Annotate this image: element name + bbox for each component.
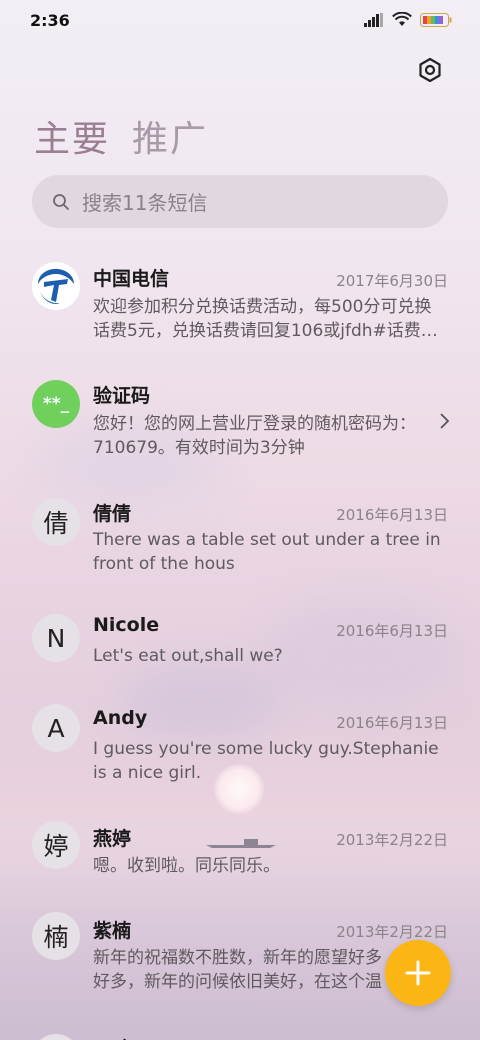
contact-avatar (32, 1034, 80, 1040)
conversation-item[interactable]: N Nicole 2016年6月13日 Let's eat out,shall … (0, 602, 480, 692)
conversation-date: 2013年2月22日 (336, 923, 448, 941)
search-input[interactable]: 搜索11条短信 (32, 175, 448, 228)
conversation-item[interactable]: 倩 倩倩 2016年6月13日 There was a table set ou… (0, 486, 480, 596)
status-bar: 2:36 (0, 0, 480, 40)
conversation-name: 倩倩 (93, 503, 132, 525)
conversation-name: 紫楠 (93, 920, 132, 942)
contact-avatar: A (32, 704, 80, 752)
conversation-preview: 嗯。收到啦。同乐同乐。 (93, 856, 280, 876)
conversation-date: 2016年6月13日 (336, 622, 448, 640)
search-placeholder: 搜索11条短信 (82, 191, 208, 215)
conversation-item[interactable]: **_ 验证码 您好！您的网上营业厅登录的随机密码为：710679。有效时间为3… (0, 368, 480, 478)
contact-avatar: 倩 (32, 498, 80, 546)
conversation-date: 2013年2月22日 (336, 831, 448, 849)
conversation-item[interactable]: 婷 燕婷 2013年2月22日 嗯。收到啦。同乐同乐。 (0, 818, 480, 908)
conversation-date: 2017年6月30日 (336, 272, 448, 290)
conversation-preview: I guess you're some lucky guy.Stephanie … (93, 739, 439, 783)
telecom-logo-icon (32, 262, 80, 310)
conversation-item[interactable]: 子玲 (0, 1024, 480, 1040)
conversation-name: Nicole (93, 614, 160, 636)
status-time: 2:36 (30, 11, 70, 30)
battery-icon (420, 12, 452, 27)
contact-avatar: 楠 (32, 912, 80, 960)
conversation-item[interactable]: 中国电信 2017年6月30日 欢迎参加积分兑换话费活动，每500分可兑换话费5… (0, 250, 480, 360)
conversation-name: 验证码 (93, 385, 151, 407)
conversation-item[interactable]: A Andy 2016年6月13日 I guess you're some lu… (0, 696, 480, 806)
conversation-preview: There was a table set out under a tree i… (93, 530, 441, 574)
contact-avatar: N (32, 614, 80, 662)
status-icons (364, 12, 452, 27)
tab-main[interactable]: 主要 (34, 110, 110, 162)
conversation-preview: 欢迎参加积分兑换话费活动，每500分可兑换话费5元，兑换话费请回复106或jfd… (93, 297, 438, 341)
conversation-preview: Let's eat out,shall we? (93, 646, 283, 666)
conversation-date: 2016年6月13日 (336, 506, 448, 524)
settings-icon (419, 57, 441, 83)
signal-icon (364, 12, 383, 27)
contact-avatar: 婷 (32, 821, 80, 869)
conversation-name: 燕婷 (93, 828, 132, 850)
conversation-date: 2016年6月13日 (336, 714, 448, 732)
conversation-preview: 新年的祝福数不胜数，新年的愿望好多好多，新年的问候依旧美好，在这个温馨的时 (93, 948, 382, 992)
tab-promotions[interactable]: 推广 (132, 110, 208, 162)
conversation-name: 中国电信 (93, 268, 170, 290)
settings-button[interactable] (414, 54, 446, 86)
conversation-preview: 您好！您的网上营业厅登录的随机密码为：710679。有效时间为3分钟 (93, 414, 416, 458)
plus-icon (405, 960, 431, 986)
wifi-icon (392, 12, 412, 26)
conversation-name: Andy (93, 707, 148, 729)
conversation-name: 子玲 (93, 1034, 131, 1040)
chevron-right-icon (440, 413, 450, 429)
verification-code-avatar: **_ (32, 380, 80, 428)
new-message-button[interactable] (385, 940, 451, 1006)
tab-bar: 主要 推广 (34, 110, 208, 162)
search-icon (53, 193, 69, 210)
